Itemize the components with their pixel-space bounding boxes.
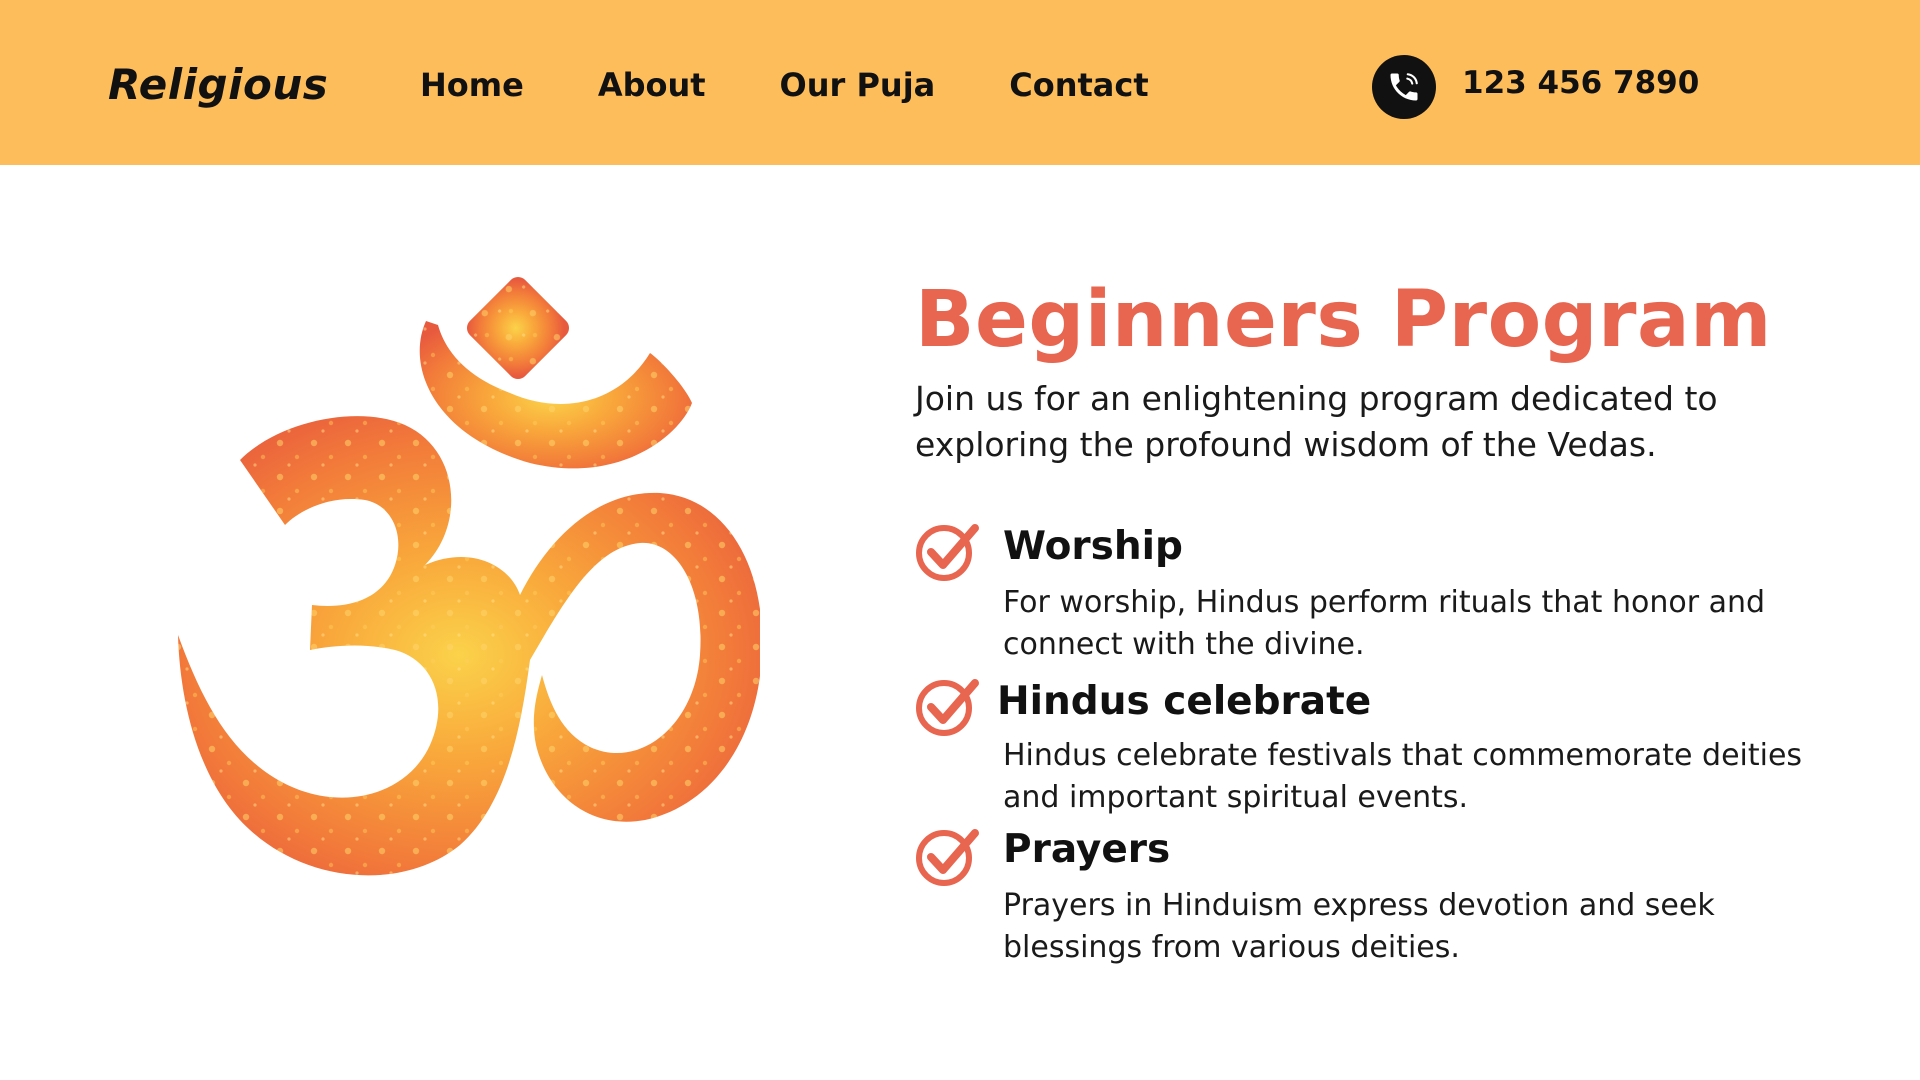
phone-number[interactable]: 123 456 7890	[1462, 65, 1699, 101]
nav-home[interactable]: Home	[420, 66, 524, 104]
check-circle-icon	[916, 829, 979, 886]
phone-icon[interactable]	[1372, 55, 1436, 119]
site-logo[interactable]: Religious	[108, 60, 328, 109]
feature-description: Hindus celebrate festivals that commemor…	[1003, 738, 1803, 815]
main-nav: Home About Our Puja Contact	[420, 66, 1223, 104]
site-header: Religious Home About Our Puja Contact 12…	[0, 0, 1920, 165]
nav-our-puja[interactable]: Our Puja	[780, 66, 936, 104]
feature-description: Prayers in Hinduism express devotion and…	[1003, 888, 1715, 965]
check-circle-icon	[916, 679, 979, 736]
om-symbol-icon	[170, 265, 763, 895]
nav-contact[interactable]: Contact	[1009, 66, 1148, 104]
feature-title: Prayers	[1003, 827, 1171, 872]
phone-contact[interactable]: 123 456 7890	[1372, 55, 1699, 119]
program-section: Beginners Program Join us for an enlight…	[915, 270, 1835, 965]
nav-about[interactable]: About	[598, 66, 706, 104]
feature-description: For worship, Hindus perform rituals that…	[1003, 585, 1766, 662]
feature-title: Worship	[1003, 524, 1183, 569]
feature-title: Hindus celebrate	[997, 679, 1372, 724]
check-circle-icon	[916, 524, 979, 581]
program-intro: Join us for an enlightening program dedi…	[915, 379, 1718, 464]
page-title: Beginners Program	[915, 275, 1772, 365]
